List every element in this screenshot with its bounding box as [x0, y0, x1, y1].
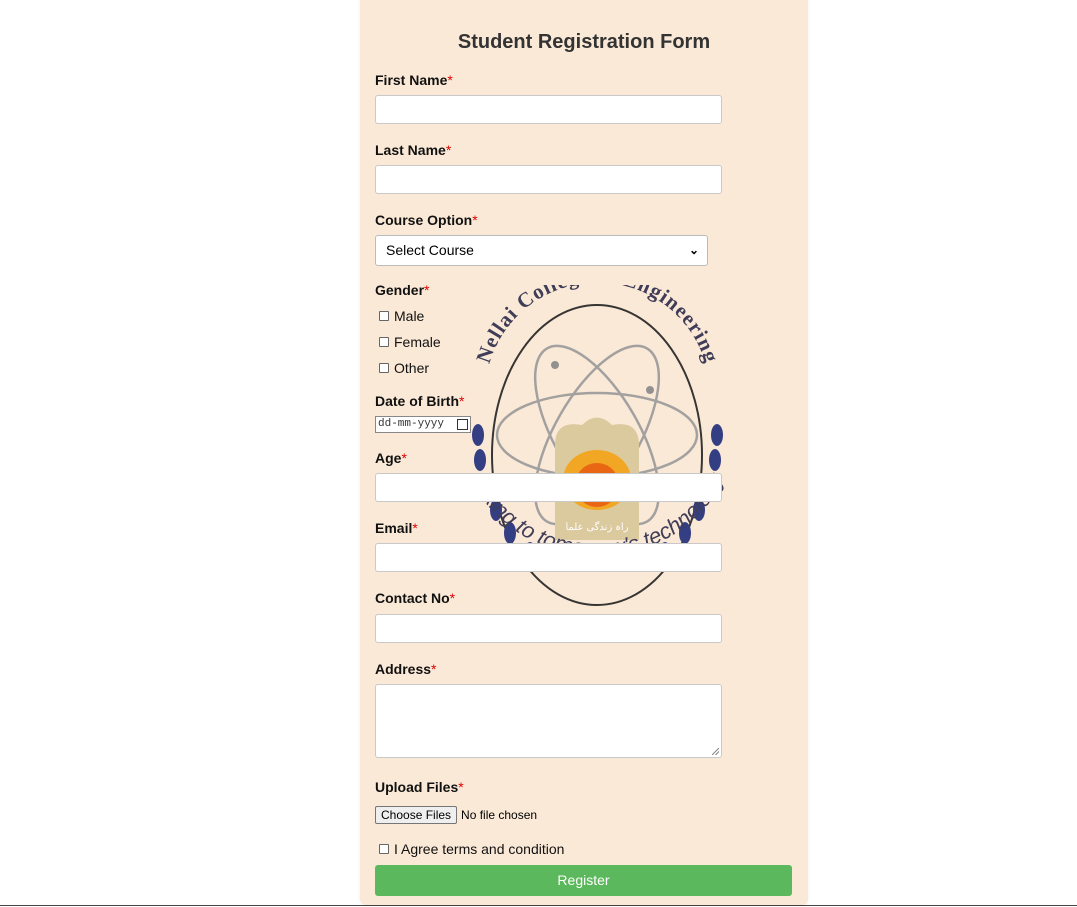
- page-bottom-border: [0, 905, 1077, 906]
- registration-card: Nellai College of Engineering راہ زندگی …: [360, 0, 808, 905]
- course-select-value: Select Course: [386, 242, 474, 258]
- svg-text:Nellai College of Engineering: Nellai College of Engineering: [471, 285, 724, 366]
- other-checkbox[interactable]: [379, 363, 389, 373]
- email-label: Email*: [375, 520, 418, 536]
- gender-male-option[interactable]: Male: [379, 308, 424, 324]
- form-title: Student Registration Form: [457, 31, 711, 53]
- calendar-icon[interactable]: [457, 419, 468, 430]
- last-name-input[interactable]: [375, 165, 722, 194]
- agree-terms-option[interactable]: I Agree terms and condition: [379, 841, 564, 857]
- address-label: Address*: [375, 661, 437, 677]
- age-input[interactable]: [375, 473, 722, 502]
- course-select[interactable]: Select Course ⌄: [375, 235, 708, 266]
- choose-files-button[interactable]: Choose Files: [375, 806, 458, 824]
- course-option-label: Course Option*: [375, 212, 478, 228]
- first-name-input[interactable]: [375, 95, 722, 124]
- first-name-label: First Name*: [375, 72, 453, 88]
- gender-label: Gender*: [375, 282, 430, 298]
- dob-label: Date of Birth*: [375, 393, 465, 409]
- male-checkbox[interactable]: [379, 311, 389, 321]
- gender-female-option[interactable]: Female: [379, 334, 441, 350]
- chevron-down-icon: ⌄: [688, 243, 699, 257]
- female-checkbox[interactable]: [379, 337, 389, 347]
- contact-no-input[interactable]: [375, 614, 722, 643]
- contact-no-label: Contact No*: [375, 590, 456, 606]
- gender-other-option[interactable]: Other: [379, 360, 429, 376]
- dob-input[interactable]: dd-mm-yyyy: [375, 416, 471, 433]
- last-name-label: Last Name*: [375, 142, 452, 158]
- age-label: Age*: [375, 450, 407, 466]
- email-input[interactable]: [375, 543, 722, 572]
- logo-emblem-text: راہ زندگی علما: [565, 521, 628, 533]
- address-textarea[interactable]: [375, 684, 722, 758]
- upload-files-label: Upload Files*: [375, 779, 464, 795]
- resize-grip-icon[interactable]: [712, 748, 719, 755]
- file-upload-control: Choose Files No file chosen: [375, 806, 537, 824]
- agree-checkbox[interactable]: [379, 844, 389, 854]
- no-file-chosen-text: No file chosen: [461, 808, 538, 822]
- register-button[interactable]: Register: [375, 865, 792, 896]
